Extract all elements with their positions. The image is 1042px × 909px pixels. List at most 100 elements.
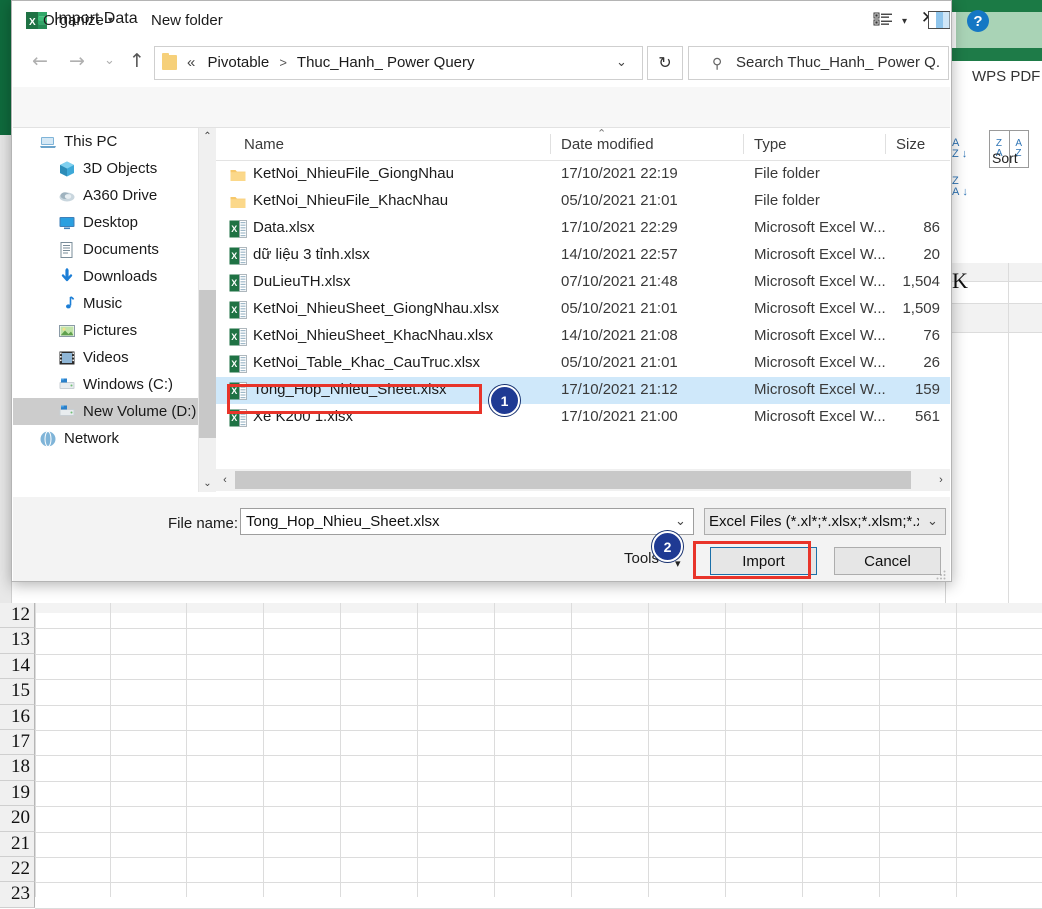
excel-row-header[interactable]: 19	[0, 781, 35, 806]
ribbon-tab-wps-pdf[interactable]: WPS PDF	[972, 68, 1040, 85]
music-icon	[58, 295, 76, 313]
excel-gridline	[110, 603, 111, 897]
size-cell: 1,504	[878, 273, 940, 290]
sidebar-item-a360-drive[interactable]: A360 Drive	[13, 182, 202, 209]
excel-cells-right	[945, 263, 1042, 603]
file-name-cell: KetNoi_NhieuFile_KhacNhau	[253, 192, 448, 209]
table-row[interactable]: X KetNoi_NhieuSheet_KhacNhau.xlsx 14/10/20…	[216, 323, 950, 350]
navigation-pane-scrollbar[interactable]: ⌃ ⌄	[198, 128, 216, 492]
up-icon[interactable]: ↑	[129, 50, 145, 72]
excel-row-header[interactable]: 17	[0, 730, 35, 755]
excel-row-header[interactable]: 21	[0, 832, 35, 857]
excel-row-header[interactable]: 22	[0, 857, 35, 882]
folder-icon	[229, 193, 246, 210]
cancel-button[interactable]: Cancel	[834, 547, 941, 575]
column-header-size[interactable]: Size	[896, 136, 925, 153]
breadcrumb-item-1[interactable]: Thuc_Hanh_ Power Query	[297, 54, 475, 71]
back-icon[interactable]: ←	[32, 50, 48, 72]
file-name-cell: KetNoi_NhieuSheet_KhacNhau.xlsx	[253, 327, 493, 344]
breadcrumb[interactable]: « Pivotable > Thuc_Hanh_ Power Query	[187, 54, 475, 71]
column-divider[interactable]	[550, 134, 551, 154]
breadcrumb-overflow-icon[interactable]: «	[187, 54, 195, 71]
table-row[interactable]: KetNoi_NhieuFile_GiongNhau17/10/2021 22:…	[216, 161, 950, 188]
svg-text:X: X	[29, 17, 36, 28]
scrollbar-thumb[interactable]	[235, 471, 911, 489]
excel-row-header[interactable]: 14	[0, 654, 35, 679]
cloud-icon	[58, 187, 76, 205]
breadcrumb-item-0[interactable]: Pivotable	[208, 54, 270, 71]
address-dropdown-icon[interactable]: ⌄	[616, 54, 627, 70]
new-folder-button[interactable]: New folder	[151, 12, 223, 29]
organize-button[interactable]: Organize▾	[43, 12, 113, 29]
sidebar-item-music[interactable]: Music	[13, 290, 202, 317]
excel-row-header[interactable]: 18	[0, 755, 35, 780]
excel-row-header[interactable]: 12	[0, 603, 35, 628]
forward-icon[interactable]: →	[69, 50, 85, 72]
chevron-down-icon[interactable]: ▾	[902, 16, 907, 27]
table-row[interactable]: XDuLieuTH.xlsx07/10/2021 21:48Microsoft …	[216, 269, 950, 296]
table-row[interactable]: KetNoi_NhieuFile_KhacNhau05/10/2021 21:0…	[216, 188, 950, 215]
sort-ascending-icon[interactable]: AZ ↓	[952, 138, 967, 173]
date-modified-cell: 17/10/2021 21:00	[561, 408, 678, 425]
scroll-down-icon[interactable]: ⌄	[199, 475, 216, 492]
excel-row-header[interactable]: 16	[0, 705, 35, 730]
excel-row-header[interactable]: 23	[0, 882, 35, 907]
table-row[interactable]: XTong_Hop_Nhieu_Sheet.xlsx17/10/2021 21:…	[216, 377, 950, 404]
sidebar-item-this-pc[interactable]: This PC	[13, 128, 202, 155]
sidebar-item-downloads[interactable]: Downloads	[13, 263, 202, 290]
sidebar-item-pictures[interactable]: Pictures	[13, 317, 202, 344]
sidebar-item-3d-objects[interactable]: 3D Objects	[13, 155, 202, 182]
column-divider[interactable]	[885, 134, 886, 154]
sidebar-item-desktop[interactable]: Desktop	[13, 209, 202, 236]
column-header-date[interactable]: Date modified	[561, 136, 654, 153]
resize-grip-icon[interactable]	[936, 567, 946, 577]
date-modified-cell: 14/10/2021 21:08	[561, 327, 678, 344]
excel-row-header[interactable]: 13	[0, 628, 35, 653]
scroll-right-icon[interactable]: ›	[932, 469, 950, 491]
3dobjects-icon	[58, 160, 76, 178]
table-row[interactable]: XData.xlsx17/10/2021 22:29Microsoft Exce…	[216, 215, 950, 242]
network-icon	[39, 430, 57, 448]
file-type-dropdown-icon[interactable]: ⌄	[927, 513, 938, 529]
help-icon[interactable]: ?	[967, 10, 989, 32]
import-button[interactable]: Import	[710, 547, 817, 575]
table-row[interactable]: XKetNoi_NhieuSheet_GiongNhau.xlsx05/10/2…	[216, 296, 950, 323]
excel-row-header[interactable]: 20	[0, 806, 35, 831]
column-header-type[interactable]: Type	[754, 136, 787, 153]
scroll-up-icon[interactable]: ⌃	[199, 128, 216, 145]
documents-icon	[58, 241, 76, 259]
table-row[interactable]: XXe K200 1.xlsx17/10/2021 21:00Microsoft…	[216, 404, 950, 431]
annotation-badge-1: 1	[489, 385, 520, 416]
sidebar-item-videos[interactable]: Videos	[13, 344, 202, 371]
excel-grid[interactable]: 121314151617181920212223	[0, 603, 1042, 897]
excel-file-icon: X	[229, 220, 246, 237]
column-divider[interactable]	[743, 134, 744, 154]
view-options-icon[interactable]	[872, 10, 894, 32]
pc-icon	[39, 133, 57, 151]
date-modified-cell: 17/10/2021 22:29	[561, 219, 678, 236]
organize-label: Organize	[43, 12, 104, 29]
excel-row-header[interactable]: 15	[0, 679, 35, 704]
drive-icon	[58, 376, 76, 394]
date-modified-cell: 05/10/2021 21:01	[561, 300, 678, 317]
file-list-horizontal-scrollbar[interactable]: ‹ ›	[216, 469, 950, 491]
file-name-dropdown-icon[interactable]: ⌄	[675, 513, 686, 529]
excel-file-icon: X	[229, 328, 246, 345]
excel-cell-k[interactable]: K	[952, 268, 968, 294]
scrollbar-thumb[interactable]	[199, 290, 216, 438]
sidebar-item-windows-c[interactable]: Windows (C:)	[13, 371, 202, 398]
sort-descending-icon[interactable]: ZA ↓	[952, 176, 968, 211]
svg-text:X: X	[231, 359, 237, 369]
refresh-icon[interactable]: ↻	[647, 46, 683, 80]
excel-gridline	[340, 603, 341, 897]
recent-locations-icon[interactable]: ⌄	[104, 53, 115, 68]
column-header-name[interactable]: Name	[244, 136, 284, 153]
table-row[interactable]: Xdữ liệu 3 tỉnh.xlsx14/10/2021 22:57Micr…	[216, 242, 950, 269]
sidebar-item-new-volume-d[interactable]: New Volume (D:)	[13, 398, 202, 425]
scroll-left-icon[interactable]: ‹	[216, 469, 234, 491]
preview-pane-icon[interactable]	[928, 11, 950, 29]
svg-text:X: X	[231, 413, 237, 423]
table-row[interactable]: XKetNoi_Table_Khac_CauTruc.xlsx05/10/202…	[216, 350, 950, 377]
sidebar-item-network[interactable]: Network	[13, 425, 202, 452]
sidebar-item-documents[interactable]: Documents	[13, 236, 202, 263]
